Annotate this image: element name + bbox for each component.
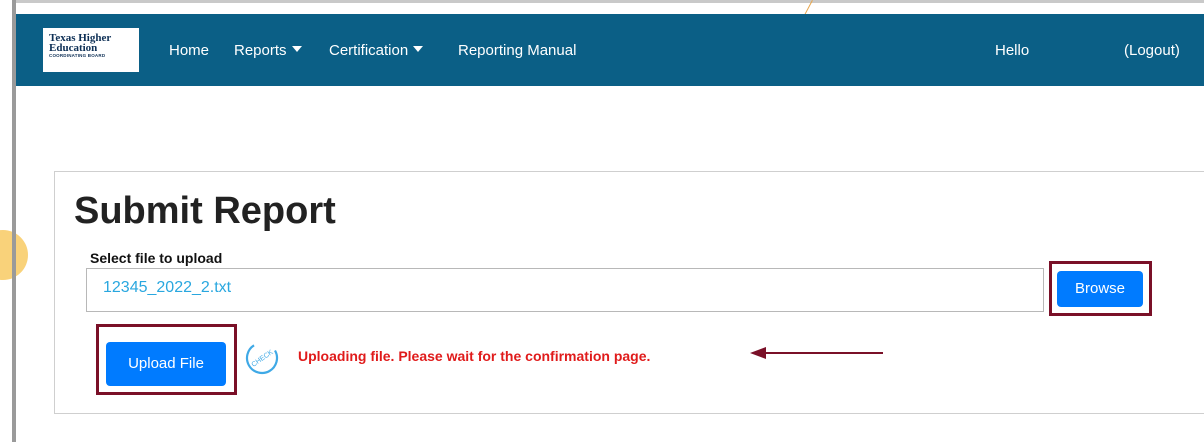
nav-certification-label: Certification — [329, 42, 409, 59]
spinner-text: CHECK — [251, 349, 275, 369]
file-path-input[interactable]: 12345_2022_2.txt — [86, 268, 1044, 312]
nav-reporting-manual[interactable]: Reporting Manual — [458, 42, 576, 59]
upload-file-button[interactable]: Upload File — [106, 342, 226, 386]
logo-line-2: Education — [49, 42, 98, 54]
nav-reports-label: Reports — [234, 42, 287, 59]
top-navbar: Texas Higher Education COORDINATING BOAR… — [16, 14, 1204, 86]
logo-line-3: COORDINATING BOARD — [49, 53, 106, 58]
thecb-logo[interactable]: Texas Higher Education COORDINATING BOAR… — [43, 28, 139, 72]
logout-link[interactable]: (Logout) — [1124, 42, 1180, 59]
page-title: Submit Report — [74, 190, 336, 232]
file-upload-label: Select file to upload — [90, 250, 223, 266]
annotation-arrow-icon — [750, 347, 883, 359]
top-shadow — [16, 0, 1204, 3]
nav-reports[interactable]: Reports — [234, 42, 302, 59]
chevron-down-icon — [291, 46, 302, 53]
chevron-down-icon — [413, 46, 424, 53]
left-accent — [0, 0, 12, 442]
browse-button[interactable]: Browse — [1057, 271, 1143, 307]
greeting-text: Hello — [995, 42, 1030, 59]
loading-spinner-icon: CHECK — [245, 341, 279, 375]
nav-home[interactable]: Home — [169, 42, 209, 59]
upload-status-message: Uploading file. Please wait for the conf… — [298, 348, 651, 364]
nav-certification[interactable]: Certification — [329, 42, 424, 59]
